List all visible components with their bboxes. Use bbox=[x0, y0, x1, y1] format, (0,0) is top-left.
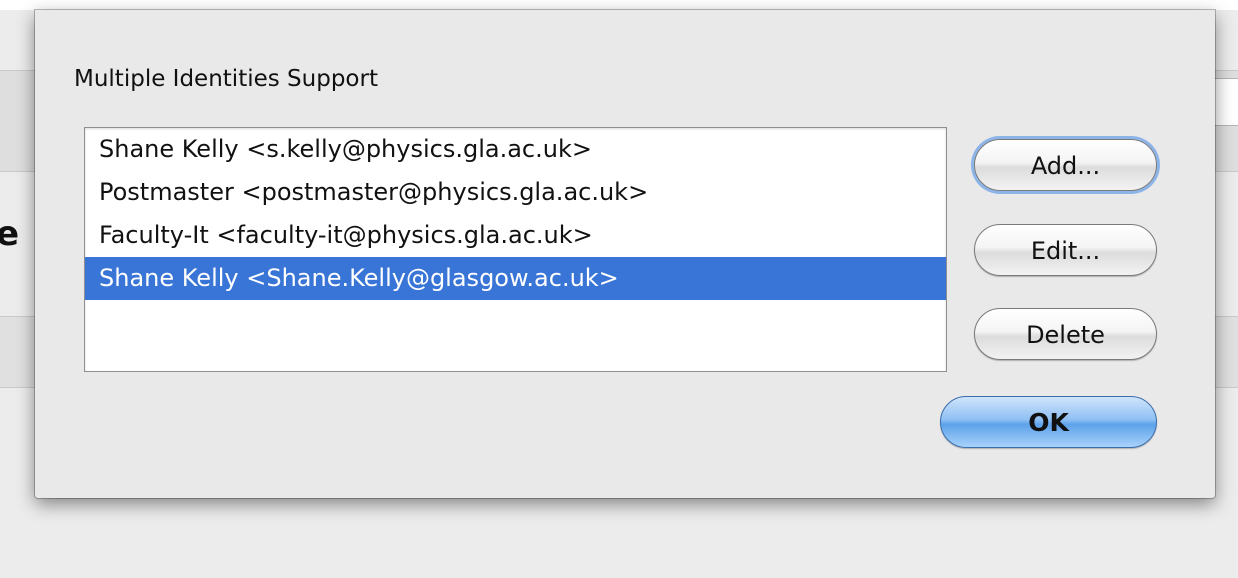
edit-button[interactable]: Edit... bbox=[974, 224, 1157, 276]
identity-row[interactable]: Shane Kelly <s.kelly@physics.gla.ac.uk> bbox=[85, 128, 946, 171]
identity-row-selected[interactable]: Shane Kelly <Shane.Kelly@glasgow.ac.uk> bbox=[85, 257, 946, 300]
identities-list[interactable]: Shane Kelly <s.kelly@physics.gla.ac.uk> … bbox=[84, 127, 947, 372]
background-heading: e bbox=[0, 214, 20, 254]
identity-row[interactable]: Postmaster <postmaster@physics.gla.ac.uk… bbox=[85, 171, 946, 214]
background-toolbar-left bbox=[0, 70, 40, 172]
sheet-title: Multiple Identities Support bbox=[74, 66, 378, 92]
background-window-title bbox=[470, 0, 730, 10]
background-row-left bbox=[0, 316, 40, 388]
add-button[interactable]: Add... bbox=[974, 139, 1157, 191]
identities-sheet: Multiple Identities Support Shane Kelly … bbox=[35, 10, 1215, 498]
delete-button[interactable]: Delete bbox=[974, 308, 1157, 360]
ok-button[interactable]: OK bbox=[940, 396, 1157, 448]
background-search-field bbox=[1214, 78, 1238, 126]
identity-row[interactable]: Faculty-It <faculty-it@physics.gla.ac.uk… bbox=[85, 214, 946, 257]
